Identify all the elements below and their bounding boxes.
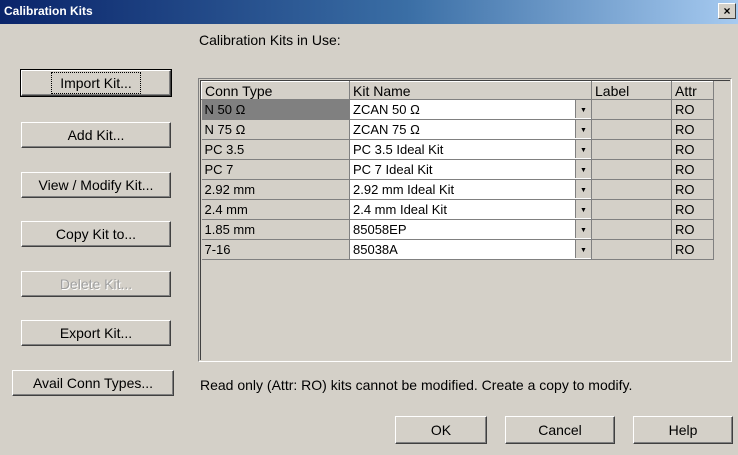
kit-name-value: 85058EP bbox=[353, 222, 407, 237]
label-cell[interactable] bbox=[591, 159, 672, 180]
dropdown-arrow-icon[interactable] bbox=[575, 220, 591, 238]
copy-kit-to-button[interactable]: Copy Kit to... bbox=[21, 221, 171, 247]
attr-cell: RO bbox=[671, 219, 714, 240]
kit-name-value: 2.4 mm Ideal Kit bbox=[353, 202, 447, 217]
export-kit-button[interactable]: Export Kit... bbox=[21, 320, 171, 346]
table-row[interactable]: 2.4 mm 2.4 mm Ideal Kit RO bbox=[201, 199, 714, 220]
label-cell[interactable] bbox=[591, 119, 672, 140]
import-kit-button[interactable]: Import Kit... bbox=[20, 69, 172, 97]
label-cell[interactable] bbox=[591, 179, 672, 200]
dropdown-arrow-icon[interactable] bbox=[575, 180, 591, 198]
kit-name-select[interactable]: 85038A bbox=[349, 239, 592, 260]
kit-name-select[interactable]: 2.92 mm Ideal Kit bbox=[349, 179, 592, 200]
attr-cell: RO bbox=[671, 239, 714, 260]
window-title: Calibration Kits bbox=[4, 4, 93, 18]
kit-name-value: ZCAN 50 Ω bbox=[353, 102, 420, 117]
label-cell[interactable] bbox=[591, 199, 672, 220]
kits-grid: Conn Type Kit Name Label Attr N 50 Ω ZCA… bbox=[201, 81, 714, 260]
dropdown-arrow-icon[interactable] bbox=[575, 100, 591, 118]
read-only-note: Read only (Attr: RO) kits cannot be modi… bbox=[200, 377, 633, 393]
dropdown-arrow-icon[interactable] bbox=[575, 120, 591, 138]
kit-name-value: 85038A bbox=[353, 242, 398, 257]
kit-name-select[interactable]: PC 3.5 Ideal Kit bbox=[349, 139, 592, 160]
conn-type-cell[interactable]: N 50 Ω bbox=[201, 99, 350, 120]
attr-cell: RO bbox=[671, 199, 714, 220]
add-kit-button[interactable]: Add Kit... bbox=[21, 122, 171, 148]
help-button[interactable]: Help bbox=[633, 416, 733, 444]
kit-name-value: PC 3.5 Ideal Kit bbox=[353, 142, 444, 157]
label-cell[interactable] bbox=[591, 219, 672, 240]
avail-conn-types-button[interactable]: Avail Conn Types... bbox=[12, 370, 174, 396]
attr-cell: RO bbox=[671, 159, 714, 180]
table-row[interactable]: 1.85 mm 85058EP RO bbox=[201, 219, 714, 240]
kit-name-value: PC 7 Ideal Kit bbox=[353, 162, 433, 177]
attr-cell: RO bbox=[671, 179, 714, 200]
conn-type-cell[interactable]: 1.85 mm bbox=[201, 219, 350, 240]
dropdown-arrow-icon[interactable] bbox=[575, 160, 591, 178]
view-modify-kit-button[interactable]: View / Modify Kit... bbox=[21, 172, 171, 198]
label-cell[interactable] bbox=[591, 139, 672, 160]
kit-name-select[interactable]: 85058EP bbox=[349, 219, 592, 240]
table-row[interactable]: N 75 Ω ZCAN 75 Ω RO bbox=[201, 119, 714, 140]
calibration-kits-table[interactable]: Conn Type Kit Name Label Attr N 50 Ω ZCA… bbox=[198, 78, 732, 362]
conn-type-cell[interactable]: N 75 Ω bbox=[201, 119, 350, 140]
table-header-row: Conn Type Kit Name Label Attr bbox=[201, 81, 714, 100]
label-cell[interactable] bbox=[591, 99, 672, 120]
table-row[interactable]: 7-16 85038A RO bbox=[201, 239, 714, 260]
section-label: Calibration Kits in Use: bbox=[199, 32, 341, 48]
dropdown-arrow-icon[interactable] bbox=[575, 140, 591, 158]
conn-type-cell[interactable]: 2.92 mm bbox=[201, 179, 350, 200]
kit-name-value: ZCAN 75 Ω bbox=[353, 122, 420, 137]
kit-name-select[interactable]: ZCAN 75 Ω bbox=[349, 119, 592, 140]
conn-type-cell[interactable]: PC 7 bbox=[201, 159, 350, 180]
dropdown-arrow-icon[interactable] bbox=[575, 200, 591, 218]
attr-cell: RO bbox=[671, 119, 714, 140]
close-button[interactable]: × bbox=[718, 3, 736, 19]
kit-name-value: 2.92 mm Ideal Kit bbox=[353, 182, 455, 197]
table-row[interactable]: 2.92 mm 2.92 mm Ideal Kit RO bbox=[201, 179, 714, 200]
label-cell[interactable] bbox=[591, 239, 672, 260]
column-header-label[interactable]: Label bbox=[591, 81, 672, 100]
table-row[interactable]: PC 7 PC 7 Ideal Kit RO bbox=[201, 159, 714, 180]
title-bar: Calibration Kits × bbox=[0, 0, 738, 24]
ok-button[interactable]: OK bbox=[395, 416, 487, 444]
kit-name-select[interactable]: 2.4 mm Ideal Kit bbox=[349, 199, 592, 220]
table-row[interactable]: N 50 Ω ZCAN 50 Ω RO bbox=[201, 99, 714, 120]
dropdown-arrow-icon[interactable] bbox=[575, 240, 591, 258]
kit-name-select[interactable]: PC 7 Ideal Kit bbox=[349, 159, 592, 180]
delete-kit-button[interactable]: Delete Kit... bbox=[21, 271, 171, 297]
column-header-attr[interactable]: Attr bbox=[671, 81, 714, 100]
column-header-kit-name[interactable]: Kit Name bbox=[349, 81, 592, 100]
conn-type-cell[interactable]: 7-16 bbox=[201, 239, 350, 260]
conn-type-cell[interactable]: PC 3.5 bbox=[201, 139, 350, 160]
kit-name-select[interactable]: ZCAN 50 Ω bbox=[349, 99, 592, 120]
attr-cell: RO bbox=[671, 139, 714, 160]
attr-cell: RO bbox=[671, 99, 714, 120]
cancel-button[interactable]: Cancel bbox=[505, 416, 615, 444]
close-icon: × bbox=[723, 4, 731, 18]
conn-type-cell[interactable]: 2.4 mm bbox=[201, 199, 350, 220]
column-header-conn-type[interactable]: Conn Type bbox=[201, 81, 350, 100]
table-row[interactable]: PC 3.5 PC 3.5 Ideal Kit RO bbox=[201, 139, 714, 160]
